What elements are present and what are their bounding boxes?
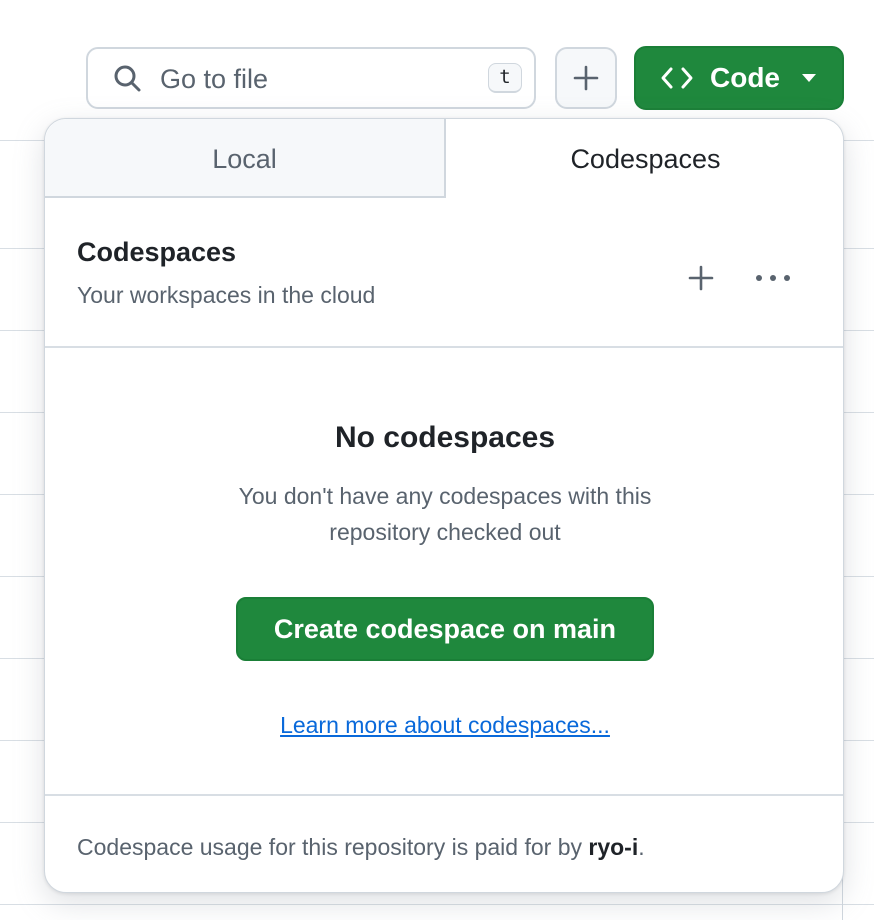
row-divider (0, 904, 874, 905)
kebab-horizontal-icon (756, 275, 790, 281)
create-codespace-button[interactable]: Create codespace on main (236, 597, 654, 661)
plus-icon (573, 65, 599, 91)
codespaces-header: Codespaces Your workspaces in the cloud (45, 198, 843, 348)
tab-codespaces-label: Codespaces (570, 144, 721, 174)
tab-local-label: Local (212, 144, 277, 174)
chevron-down-icon (802, 74, 816, 82)
plus-icon (688, 265, 714, 291)
code-button[interactable]: Code (634, 46, 844, 110)
search-placeholder: Go to file (160, 64, 269, 94)
code-dropdown-panel: Local Codespaces Codespaces Your workspa… (44, 118, 844, 893)
page: Go to file t Code Local Codespaces Codes… (0, 0, 874, 920)
codespaces-title: Codespaces (77, 237, 237, 267)
code-button-label: Code (710, 62, 780, 93)
empty-state: No codespaces You don't have any codespa… (45, 348, 843, 794)
new-codespace-button[interactable] (681, 258, 721, 298)
search-icon (114, 65, 141, 92)
more-options-button[interactable] (751, 258, 795, 298)
code-icon (661, 67, 693, 89)
billing-note: Codespace usage for this repository is p… (77, 832, 645, 862)
empty-state-description: You don't have any codespaces with this … (238, 483, 652, 545)
tab-local[interactable]: Local (45, 119, 446, 198)
billing-footer: Codespace usage for this repository is p… (45, 794, 843, 892)
keyboard-shortcut-hint: t (488, 63, 522, 93)
learn-more-link[interactable]: Learn more about codespaces... (45, 710, 843, 740)
billing-note-prefix: Codespace usage for this repository is p… (77, 834, 589, 860)
billing-owner: ryo-i (588, 834, 639, 860)
tab-codespaces[interactable]: Codespaces (446, 119, 843, 198)
add-file-button[interactable] (555, 47, 617, 109)
go-to-file-input[interactable]: Go to file t (86, 47, 536, 109)
clone-tabs: Local Codespaces (45, 119, 843, 198)
codespaces-subtitle: Your workspaces in the cloud (77, 282, 376, 308)
empty-state-title: No codespaces (334, 421, 556, 454)
billing-note-suffix: . (638, 834, 645, 860)
